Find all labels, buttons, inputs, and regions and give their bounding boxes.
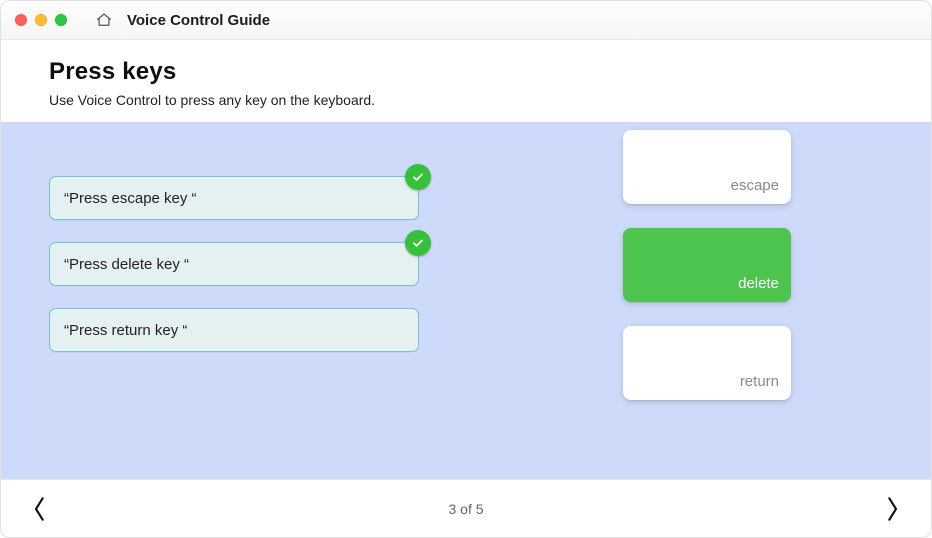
titlebar: Voice Control Guide — [1, 1, 931, 40]
previous-page-button[interactable] — [25, 491, 55, 527]
keycap-return: return — [623, 326, 791, 400]
keycap-label: delete — [738, 275, 779, 292]
voice-command-list: “Press escape key “ “Press delete key “ … — [49, 176, 419, 352]
voice-command-item: “Press escape key “ — [49, 176, 419, 220]
guide-window: Voice Control Guide Press keys Use Voice… — [0, 0, 932, 538]
window-controls — [15, 14, 67, 26]
home-icon[interactable] — [95, 11, 113, 29]
keycap-escape: escape — [623, 130, 791, 204]
page-header: Press keys Use Voice Control to press an… — [1, 40, 931, 122]
window-title: Voice Control Guide — [127, 12, 270, 29]
checkmark-icon — [405, 164, 431, 190]
voice-command-text: “Press return key “ — [64, 322, 187, 339]
demo-stage: “Press escape key “ “Press delete key “ … — [1, 122, 931, 479]
window-minimize-button[interactable] — [35, 14, 47, 26]
page-heading: Press keys — [49, 58, 891, 86]
voice-command-text: “Press delete key “ — [64, 256, 189, 273]
voice-command-item: “Press return key “ — [49, 308, 419, 352]
keycap-label: escape — [731, 177, 779, 194]
next-page-button[interactable] — [877, 491, 907, 527]
window-fullscreen-button[interactable] — [55, 14, 67, 26]
keycap-label: return — [740, 373, 779, 390]
voice-command-item: “Press delete key “ — [49, 242, 419, 286]
checkmark-icon — [405, 230, 431, 256]
keycap-delete: delete — [623, 228, 791, 302]
voice-command-text: “Press escape key “ — [64, 190, 197, 207]
keycap-list: escape delete return — [623, 130, 791, 400]
page-subtitle: Use Voice Control to press any key on th… — [49, 92, 891, 108]
page-indicator: 3 of 5 — [1, 501, 931, 517]
window-close-button[interactable] — [15, 14, 27, 26]
footer: 3 of 5 — [1, 479, 931, 537]
